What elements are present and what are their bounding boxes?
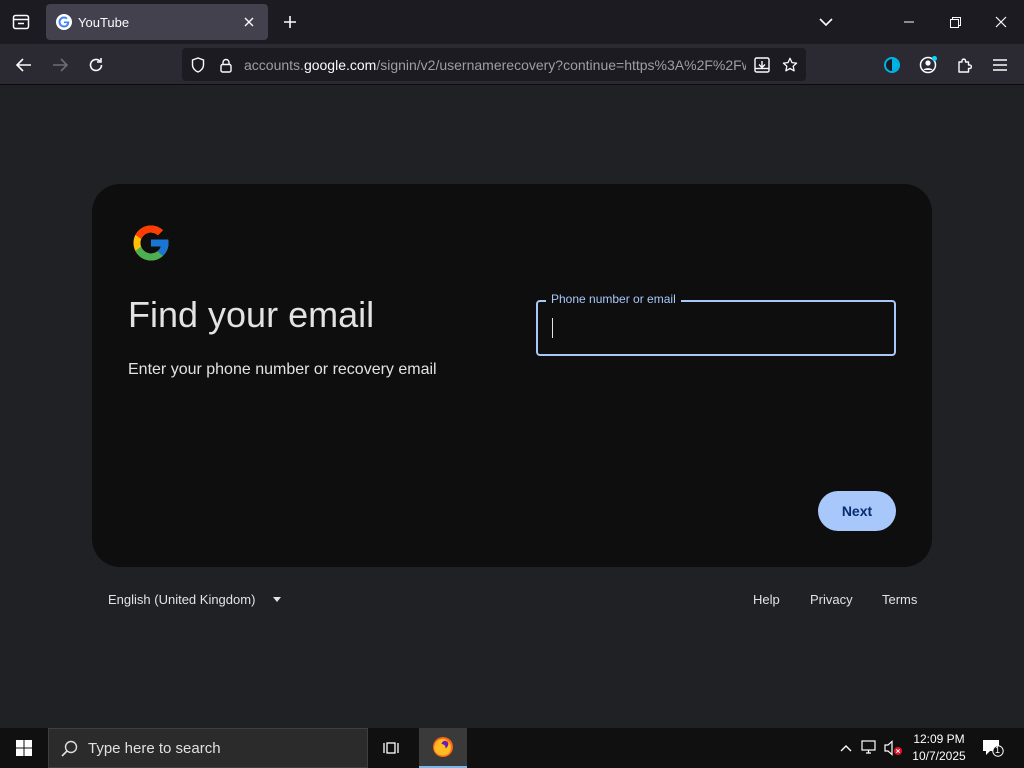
search-icon (61, 740, 78, 757)
firefox-taskbar-button[interactable] (419, 728, 467, 768)
hamburger-menu-icon (993, 59, 1007, 71)
close-icon (995, 16, 1007, 28)
start-button[interactable] (0, 728, 48, 768)
restore-button[interactable] (932, 0, 978, 44)
minimize-button[interactable] (886, 0, 932, 44)
page-footer: English (United Kingdom) Help Privacy Te… (0, 590, 1024, 620)
speaker-muted-icon (884, 740, 902, 756)
extension-circle-icon (884, 57, 900, 73)
url-domain: google.com (303, 57, 377, 73)
tab-youtube[interactable]: YouTube (46, 4, 268, 40)
task-view-icon (383, 742, 399, 754)
volume-button[interactable] (884, 738, 904, 758)
tab-title: YouTube (78, 14, 130, 30)
page-content: Find your email Enter your phone number … (0, 85, 1024, 728)
tab-close-icon[interactable] (240, 13, 258, 31)
chevron-down-icon (819, 17, 833, 26)
phone-or-email-input[interactable] (552, 316, 882, 340)
privacy-link[interactable]: Privacy (810, 592, 853, 607)
windows-logo-icon (16, 740, 32, 756)
notification-icon (983, 740, 1004, 757)
search-placeholder: Type here to search (88, 739, 221, 757)
clock-time: 12:09 PM (913, 732, 965, 746)
system-clock[interactable]: 12:09 PM 10/7/2025 (906, 731, 972, 765)
dropdown-arrow-icon (273, 597, 282, 602)
taskbar: Type here to search 12:09 PM 10/7/2025 1 (0, 728, 1024, 768)
network-icon (861, 740, 876, 754)
task-view-button[interactable] (368, 728, 416, 768)
firefox-view-icon (12, 14, 30, 30)
taskbar-search-box[interactable]: Type here to search (48, 728, 368, 768)
save-to-pocket-icon[interactable] (751, 54, 773, 76)
reload-button[interactable] (81, 50, 111, 80)
close-window-button[interactable] (978, 0, 1024, 44)
plus-icon (284, 16, 296, 28)
arrow-right-icon (53, 58, 68, 72)
app-menu-button[interactable] (985, 50, 1015, 80)
google-favicon-icon (56, 14, 72, 30)
page-title: Find your email (128, 294, 375, 335)
back-button[interactable] (9, 50, 39, 80)
terms-link[interactable]: Terms (882, 592, 917, 607)
url-text[interactable]: accounts.google.com/signin/v2/usernamere… (244, 57, 746, 73)
account-button[interactable] (913, 50, 943, 80)
firefox-icon (433, 737, 453, 757)
url-prefix: accounts. (244, 57, 304, 73)
tab-strip: YouTube (0, 0, 1024, 44)
new-tab-button[interactable] (278, 10, 302, 34)
navigation-toolbar: accounts.google.com/signin/v2/usernamere… (0, 44, 1024, 85)
show-hidden-icons-button[interactable] (836, 738, 856, 758)
star-bookmark-icon[interactable] (779, 54, 801, 76)
sign-in-card: Find your email Enter your phone number … (92, 184, 932, 567)
phone-or-email-field[interactable]: Phone number or email (536, 292, 896, 356)
url-path: /signin/v2/usernamerecovery?continue=htt… (376, 57, 746, 73)
language-label: English (United Kingdom) (108, 592, 256, 607)
firefox-view-button[interactable] (0, 0, 42, 44)
minimize-icon (904, 21, 914, 23)
clock-date: 10/7/2025 (912, 749, 966, 763)
google-logo-icon (133, 225, 169, 261)
phone-or-email-label: Phone number or email (546, 292, 681, 306)
restore-icon (949, 16, 961, 28)
action-center-button[interactable]: 1 (982, 738, 1004, 758)
shield-icon[interactable] (187, 54, 209, 76)
next-button[interactable]: Next (818, 491, 896, 531)
arrow-left-icon (16, 58, 31, 72)
account-icon (919, 56, 937, 74)
help-link[interactable]: Help (753, 592, 780, 607)
lock-icon[interactable] (215, 54, 237, 76)
list-all-tabs-button[interactable] (814, 10, 838, 34)
extension-button[interactable] (877, 50, 907, 80)
network-button[interactable] (860, 738, 880, 758)
extensions-button[interactable] (949, 50, 979, 80)
page-subtitle: Enter your phone number or recovery emai… (128, 361, 437, 378)
language-selector[interactable]: English (United Kingdom) (108, 592, 282, 607)
url-bar[interactable]: accounts.google.com/signin/v2/usernamere… (182, 48, 806, 81)
puzzle-icon (957, 57, 972, 73)
notification-count: 1 (995, 745, 1001, 755)
reload-icon (89, 58, 103, 72)
chevron-up-icon (840, 745, 852, 752)
forward-button[interactable] (45, 50, 75, 80)
